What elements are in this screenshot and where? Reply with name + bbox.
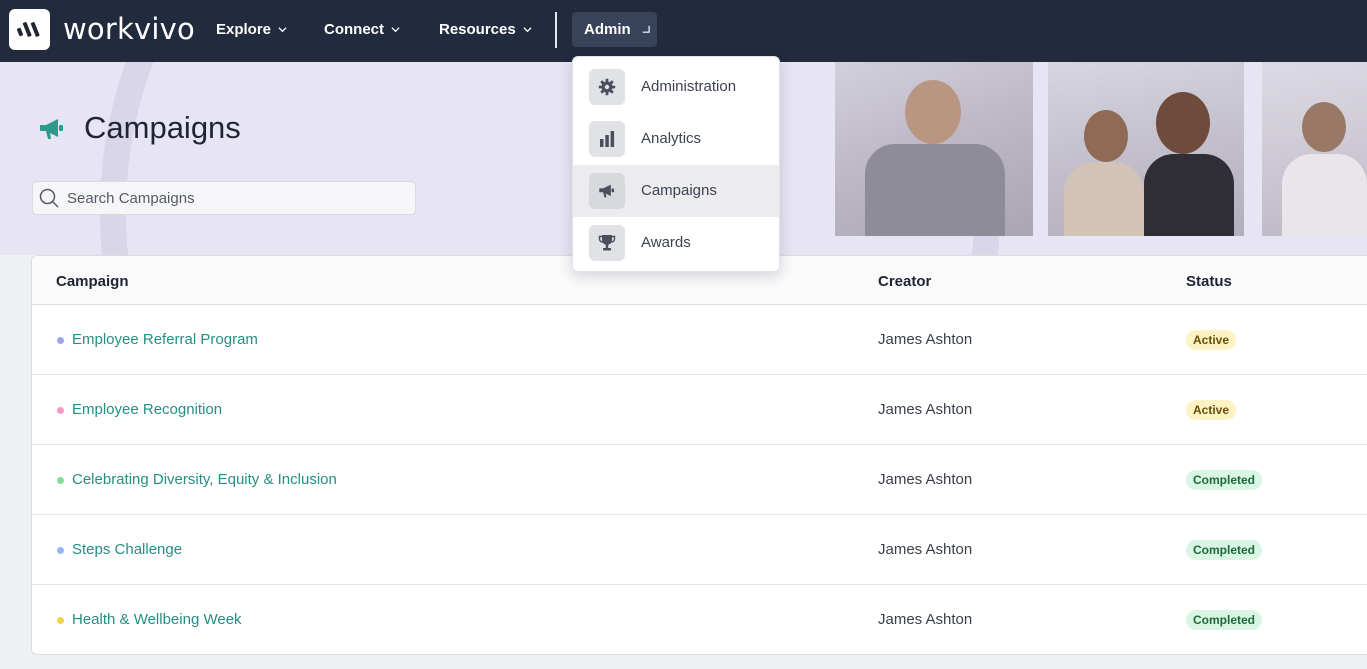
hero-photo bbox=[1048, 62, 1244, 236]
menu-item-label: Campaigns bbox=[641, 182, 717, 199]
campaign-link[interactable]: Employee Recognition bbox=[72, 401, 222, 418]
status-badge: Active bbox=[1186, 400, 1237, 420]
campaign-color-dot bbox=[57, 477, 64, 484]
search-box[interactable] bbox=[32, 181, 416, 215]
status-badge: Active bbox=[1186, 330, 1237, 350]
admin-dropdown-menu: Administration Analytics Campaigns Award… bbox=[572, 56, 780, 272]
header-status[interactable]: Status bbox=[1186, 273, 1232, 290]
table-row[interactable]: Health & Wellbeing Week James Ashton Com… bbox=[32, 585, 1367, 655]
nav-resources[interactable]: Resources bbox=[439, 21, 532, 38]
menu-item-awards[interactable]: Awards bbox=[573, 217, 779, 269]
chevron-down-icon bbox=[278, 27, 287, 33]
creator-name: James Ashton bbox=[878, 331, 973, 348]
search-input[interactable] bbox=[67, 189, 397, 207]
campaign-color-dot bbox=[57, 617, 64, 624]
nav-explore-label: Explore bbox=[216, 21, 272, 38]
table-row[interactable]: Celebrating Diversity, Equity & Inclusio… bbox=[32, 445, 1367, 515]
top-navigation-bar: workvivo Explore Connect Resources Admin bbox=[0, 0, 1367, 62]
trophy-icon bbox=[589, 225, 625, 261]
campaign-link[interactable]: Health & Wellbeing Week bbox=[72, 611, 242, 628]
table-row[interactable]: Steps Challenge James Ashton Completed bbox=[32, 515, 1367, 585]
nav-connect-label: Connect bbox=[324, 21, 384, 38]
table-row[interactable]: Employee Recognition James Ashton Active bbox=[32, 375, 1367, 445]
campaign-color-dot bbox=[57, 337, 64, 344]
creator-name: James Ashton bbox=[878, 541, 973, 558]
header-creator[interactable]: Creator bbox=[878, 273, 931, 290]
gear-icon bbox=[589, 69, 625, 105]
bar-chart-icon bbox=[589, 121, 625, 157]
page-title: Campaigns bbox=[84, 110, 241, 145]
workvivo-logo-icon[interactable] bbox=[9, 9, 50, 50]
menu-item-administration[interactable]: Administration bbox=[573, 61, 779, 113]
chevron-down-icon bbox=[391, 27, 400, 33]
admin-menu-button[interactable]: Admin bbox=[572, 12, 657, 47]
hero-photo bbox=[1262, 62, 1367, 236]
nav-explore[interactable]: Explore bbox=[216, 21, 287, 38]
nav-resources-label: Resources bbox=[439, 21, 516, 38]
campaign-link[interactable]: Steps Challenge bbox=[72, 541, 182, 558]
table-row[interactable]: Employee Referral Program James Ashton A… bbox=[32, 305, 1367, 375]
campaign-color-dot bbox=[57, 547, 64, 554]
menu-item-campaigns[interactable]: Campaigns bbox=[573, 165, 779, 217]
brand-name[interactable]: workvivo bbox=[63, 12, 195, 46]
header-campaign[interactable]: Campaign bbox=[56, 273, 129, 290]
campaigns-table: Campaign Creator Status Employee Referra… bbox=[31, 255, 1367, 655]
chevron-up-icon bbox=[642, 25, 650, 33]
admin-label: Admin bbox=[584, 21, 631, 38]
hero-photo bbox=[835, 62, 1033, 236]
menu-item-label: Analytics bbox=[641, 130, 702, 147]
megaphone-icon bbox=[40, 119, 63, 139]
chevron-down-icon bbox=[523, 27, 532, 33]
menu-item-label: Administration bbox=[641, 78, 737, 95]
campaign-link[interactable]: Employee Referral Program bbox=[72, 331, 258, 348]
status-badge: Completed bbox=[1186, 540, 1263, 560]
creator-name: James Ashton bbox=[878, 471, 973, 488]
search-icon bbox=[39, 188, 59, 208]
campaign-link[interactable]: Celebrating Diversity, Equity & Inclusio… bbox=[72, 471, 337, 488]
status-badge: Completed bbox=[1186, 610, 1263, 630]
creator-name: James Ashton bbox=[878, 611, 973, 628]
creator-name: James Ashton bbox=[878, 401, 973, 418]
campaign-color-dot bbox=[57, 407, 64, 414]
nav-connect[interactable]: Connect bbox=[324, 21, 400, 38]
status-badge: Completed bbox=[1186, 470, 1263, 490]
menu-item-label: Awards bbox=[641, 234, 691, 251]
megaphone-icon bbox=[589, 173, 625, 209]
menu-item-analytics[interactable]: Analytics bbox=[573, 113, 779, 165]
nav-divider bbox=[555, 12, 557, 48]
